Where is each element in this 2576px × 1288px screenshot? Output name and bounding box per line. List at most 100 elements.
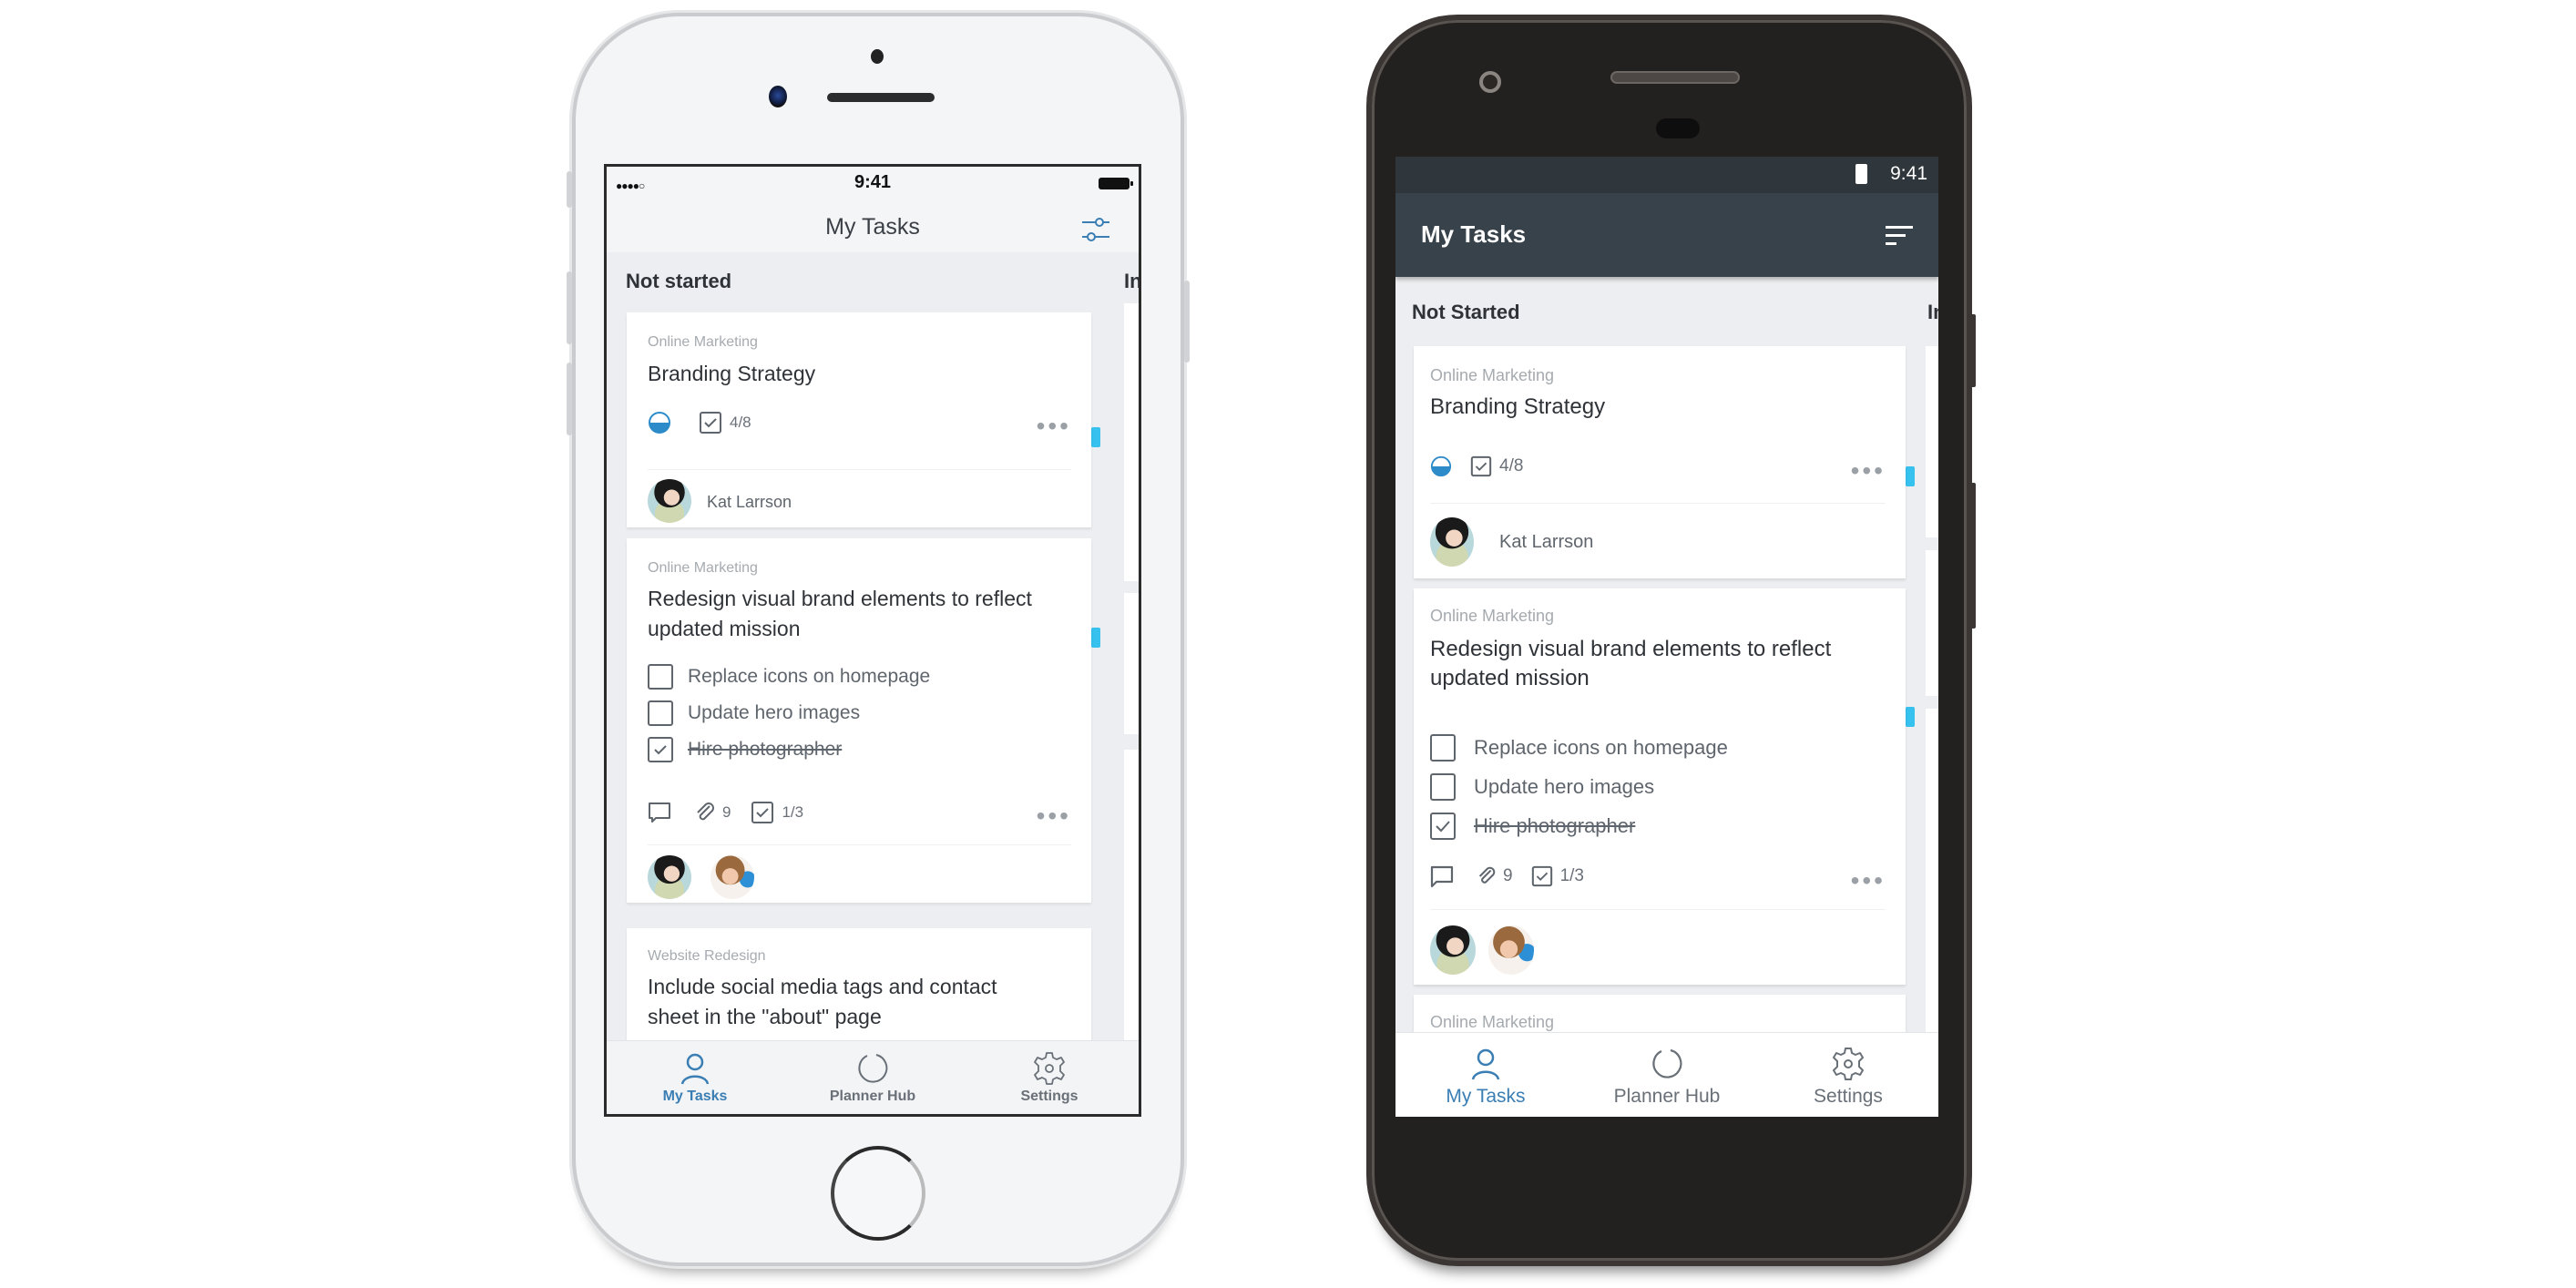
android-screen: 9:41 My Tasks Not Started In Online Mark…	[1395, 157, 1938, 1117]
task-meta: 9 1/3	[1430, 864, 1584, 888]
task-title: Branding Strategy	[648, 362, 816, 385]
card-divider	[648, 844, 1071, 845]
card-divider	[1430, 503, 1886, 504]
avatar-kat-larrson[interactable]	[1430, 517, 1474, 567]
filter-sliders-icon[interactable]	[1080, 214, 1111, 245]
tab-label: Planner Hub	[1613, 1086, 1721, 1107]
task-card-branding-strategy[interactable]: Online Marketing Branding Strategy 4/8 •…	[1414, 346, 1906, 578]
task-title-line-1: Include social media tags and contact	[648, 975, 997, 998]
label-color-bar	[1091, 628, 1100, 648]
card-divider	[1430, 909, 1886, 910]
checklist-icon	[1531, 865, 1552, 887]
earpiece-speaker	[827, 93, 935, 102]
more-options-icon[interactable]: •••	[1851, 868, 1886, 894]
tab-my-tasks[interactable]: My Tasks	[622, 1050, 768, 1105]
attachment-icon	[1478, 866, 1496, 884]
tab-settings[interactable]: Settings	[976, 1050, 1122, 1105]
tab-planner-hub[interactable]: Planner Hub	[1577, 1046, 1757, 1108]
gear-icon	[1034, 1052, 1065, 1085]
label-color-bar	[1906, 707, 1915, 727]
tab-settings[interactable]: Settings	[1758, 1046, 1938, 1108]
tab-my-tasks[interactable]: My Tasks	[1395, 1046, 1576, 1108]
task-title: Branding Strategy	[1430, 394, 1606, 419]
task-card-redesign-visual-brand[interactable]: Online Marketing Redesign visual brand e…	[627, 538, 1091, 903]
tab-label: Settings	[1020, 1089, 1078, 1104]
checklist-item-label: Replace icons on homepage	[688, 666, 931, 687]
more-options-icon[interactable]: •••	[1851, 458, 1886, 484]
checklist-item[interactable]: Update hero images	[1430, 773, 1654, 801]
comment-icon	[1430, 865, 1454, 888]
checkbox-checked[interactable]	[648, 737, 673, 762]
gear-icon	[1833, 1048, 1864, 1080]
page-title: My Tasks	[825, 214, 920, 240]
attachment-count: 9	[722, 803, 731, 821]
avatar-assignee-2[interactable]	[710, 855, 754, 899]
power-button	[1970, 314, 1976, 387]
person-icon	[680, 1053, 710, 1085]
checklist-count: 1/3	[782, 803, 804, 821]
plan-name: Website Redesign	[648, 948, 766, 964]
checkbox-unchecked[interactable]	[1430, 734, 1456, 762]
checklist-item[interactable]: Replace icons on homepage	[648, 664, 930, 690]
peek-card[interactable]	[1926, 550, 1938, 696]
checklist-count: 4/8	[1499, 456, 1524, 475]
tab-planner-hub[interactable]: Planner Hub	[800, 1050, 946, 1105]
column-title-not-started: Not Started	[1412, 301, 1520, 323]
proximity-sensor	[871, 49, 884, 64]
avatar-kat-larrson[interactable]	[1430, 925, 1476, 975]
checklist-count: 1/3	[1559, 866, 1584, 885]
peek-card[interactable]	[1926, 709, 1938, 1064]
checklist-item-label: Replace icons on homepage	[1474, 736, 1728, 759]
task-card-redesign-visual-brand[interactable]: Online Marketing Redesign visual brand e…	[1414, 588, 1906, 985]
label-color-bar	[1091, 427, 1100, 447]
peek-card[interactable]	[1124, 593, 1139, 734]
task-title-line-2: updated mission	[648, 617, 801, 640]
avatar-kat-larrson[interactable]	[648, 479, 691, 523]
page-title: My Tasks	[1421, 220, 1527, 248]
checklist-item[interactable]: Replace icons on homepage	[1430, 734, 1728, 762]
checklist-item[interactable]: Hire photographer	[1430, 813, 1635, 840]
column-title-in-progress: In	[1124, 270, 1141, 292]
checklist-icon	[1470, 455, 1492, 477]
plan-name: Online Marketing	[1430, 366, 1555, 384]
attachment-count: 9	[1503, 866, 1513, 885]
avatar-kat-larrson[interactable]	[648, 855, 691, 899]
progress-half-icon	[1430, 455, 1452, 477]
ios-screen: ●●●●○ 9:41 My Tasks Not started In Onlin…	[604, 164, 1141, 1117]
tab-label: My Tasks	[1446, 1086, 1526, 1107]
home-button[interactable]	[831, 1146, 925, 1241]
tab-label: My Tasks	[662, 1089, 728, 1104]
checklist-count: 4/8	[730, 414, 751, 431]
task-title-line-1: Redesign visual brand elements to reflec…	[648, 587, 1032, 610]
assignee-name: Kat Larrson	[1499, 532, 1594, 552]
volume-down-button	[567, 363, 572, 435]
checklist-item-label: Hire photographer	[1474, 814, 1636, 837]
sort-icon[interactable]	[1884, 224, 1915, 248]
checkbox-checked[interactable]	[1430, 813, 1456, 840]
earpiece-speaker	[1610, 71, 1740, 84]
proximity-sensor	[1656, 118, 1700, 138]
checkbox-unchecked[interactable]	[648, 664, 673, 690]
task-title-line-2: sheet in the "about" page	[648, 1005, 882, 1028]
front-camera	[769, 86, 787, 107]
volume-rocker	[1970, 483, 1976, 629]
power-button	[1184, 281, 1190, 363]
hub-circle-icon	[1652, 1048, 1682, 1078]
avatar-assignee-2[interactable]	[1488, 925, 1534, 975]
peek-card[interactable]	[1124, 303, 1139, 581]
status-time: 9:41	[1890, 163, 1927, 184]
checkbox-unchecked[interactable]	[1430, 773, 1456, 801]
more-options-icon[interactable]: •••	[1037, 414, 1071, 439]
hub-circle-icon	[858, 1054, 888, 1083]
checkbox-unchecked[interactable]	[648, 700, 673, 726]
task-card-branding-strategy[interactable]: Online Marketing Branding Strategy 4/8 •…	[627, 312, 1091, 527]
android-app-bar: My Tasks	[1395, 193, 1938, 277]
checklist-item[interactable]: Hire photographer	[648, 737, 842, 762]
checklist-item[interactable]: Update hero images	[648, 700, 860, 726]
android-bottom-nav: My Tasks Planner Hub Settings	[1395, 1032, 1938, 1117]
android-status-bar: 9:41	[1395, 157, 1938, 193]
more-options-icon[interactable]: •••	[1037, 803, 1071, 829]
label-color-bar	[1906, 466, 1915, 486]
peek-card[interactable]	[1926, 346, 1938, 537]
ios-status-bar: ●●●●○ 9:41	[607, 167, 1139, 203]
